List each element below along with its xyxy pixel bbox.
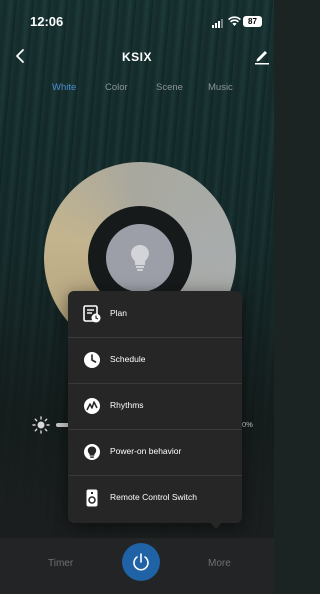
wifi-icon <box>228 16 241 26</box>
menu-item-schedule[interactable]: Schedule <box>68 337 242 384</box>
battery-icon: 87 <box>243 16 262 27</box>
power-button[interactable] <box>122 543 160 581</box>
bulb-icon <box>131 245 149 271</box>
bottom-bar: Timer More <box>0 538 274 594</box>
page-title: KSIX <box>121 50 152 64</box>
rhythms-icon <box>84 398 100 414</box>
nav-bar: KSIX <box>0 40 274 72</box>
menu-item-remote-control-switch[interactable]: Remote Control Switch <box>68 475 242 521</box>
status-time: 12:06 <box>30 14 64 29</box>
tab-color[interactable]: Color <box>105 82 128 93</box>
tab-music[interactable]: Music <box>208 82 233 93</box>
power-icon <box>133 553 149 571</box>
menu-label-schedule: Schedule <box>110 354 146 364</box>
timer-button[interactable]: Timer <box>48 558 73 569</box>
menu-label-rhythms: Rhythms <box>110 400 144 410</box>
menu-item-rhythms[interactable]: Rhythms <box>68 383 242 430</box>
power-on-icon <box>84 444 100 460</box>
menu-label-plan: Plan <box>110 308 128 318</box>
remote-icon <box>86 489 98 507</box>
menu-label-power-on-behavior: Power-on behavior <box>110 446 182 456</box>
tab-scene[interactable]: Scene <box>156 82 183 93</box>
signal-icon <box>212 19 224 28</box>
popup-arrow <box>208 520 224 529</box>
status-bar: 12:06 87 <box>0 0 274 38</box>
clock-icon <box>84 352 100 368</box>
mode-tabs: White Color Scene Music <box>40 80 240 100</box>
tab-white[interactable]: White <box>52 82 76 93</box>
more-button[interactable]: More <box>208 558 231 569</box>
more-popup-menu: Plan Schedule Rhythms Power-on behavior … <box>68 291 242 523</box>
menu-item-plan[interactable]: Plan <box>68 291 242 338</box>
brightness-icon <box>32 416 50 434</box>
brightness-percent: 0% <box>242 420 253 429</box>
edit-icon[interactable] <box>254 46 270 66</box>
menu-label-remote-control-switch: Remote Control Switch <box>110 492 197 502</box>
menu-item-power-on-behavior[interactable]: Power-on behavior <box>68 429 242 476</box>
plan-icon <box>83 305 101 323</box>
